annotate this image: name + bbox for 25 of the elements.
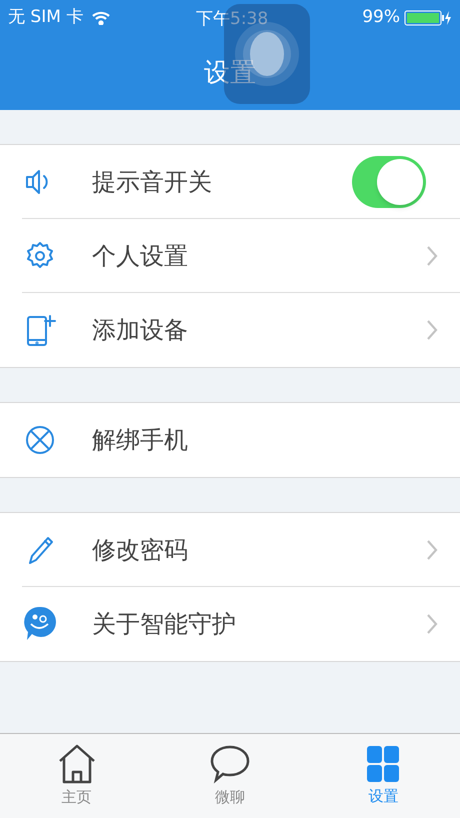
chevron-icon (426, 539, 438, 561)
wifi-icon (91, 11, 112, 25)
tab-label: 主页 (62, 786, 92, 808)
home-icon (58, 744, 96, 784)
carrier-text: 无 SIM 卡 (8, 6, 84, 30)
battery-text: 99% (362, 6, 400, 30)
chevron-icon (426, 245, 438, 267)
chevron-icon (426, 319, 438, 341)
row-label: 添加设备 (92, 315, 189, 346)
row-label: 提示音开关 (92, 167, 213, 198)
grid-icon (366, 744, 400, 783)
clock-text: 下午5:38 (196, 8, 268, 31)
row-label: 修改密码 (92, 535, 189, 566)
speech-bubble-icon (210, 744, 250, 784)
row-label: 个人设置 (92, 241, 189, 272)
circle-x-icon (24, 423, 56, 457)
chevron-icon (426, 613, 438, 635)
battery-icon (404, 10, 452, 26)
tab-label: 微聊 (214, 786, 245, 808)
page-title: 设置 (204, 56, 256, 90)
toggle-switch[interactable] (352, 156, 426, 208)
tab-label: 设置 (368, 786, 398, 807)
phone-plus-icon (24, 313, 56, 347)
row-label: 关于智能守护 (92, 609, 237, 640)
row-label: 解绑手机 (92, 425, 189, 456)
